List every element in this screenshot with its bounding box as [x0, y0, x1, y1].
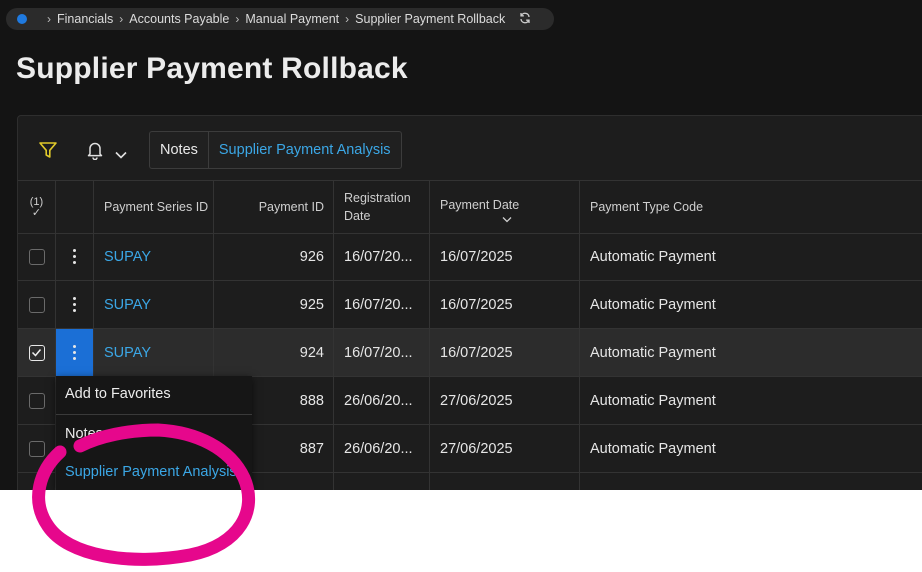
chevron-right-icon: ›: [345, 12, 350, 26]
chevron-down-icon[interactable]: [115, 146, 127, 164]
table-row[interactable]: SUPAY 925 16/07/20... 16/07/2025 Automat…: [18, 281, 922, 329]
payment-date: [430, 473, 580, 490]
registration-date: [334, 473, 430, 490]
menu-item-add-to-favorites[interactable]: Add to Favorites: [65, 386, 171, 402]
row-checkbox-cell[interactable]: [18, 281, 56, 328]
row-checkbox[interactable]: [28, 296, 45, 313]
column-header-registration-date[interactable]: Registration Date: [334, 181, 430, 233]
column-header-payment-date[interactable]: Payment Date: [430, 181, 580, 233]
payment-date: 16/07/2025: [430, 233, 580, 280]
payment-id: 924: [214, 329, 334, 376]
column-header-payment-id[interactable]: Payment ID: [214, 181, 334, 233]
kebab-icon: [73, 345, 77, 360]
breadcrumb-current: Supplier Payment Rollback: [355, 12, 506, 26]
payment-series-link[interactable]: SUPAY: [94, 281, 214, 328]
column-header-payment-type-code[interactable]: Payment Type Code: [580, 181, 922, 233]
row-checkbox-cell[interactable]: [18, 233, 56, 280]
row-checkbox[interactable]: [28, 440, 45, 457]
menu-item-notes[interactable]: Notes: [65, 426, 103, 442]
table-row[interactable]: SUPAY 926 16/07/20... 16/07/2025 Automat…: [18, 233, 922, 281]
table-row-selected[interactable]: SUPAY 924 16/07/20... 16/07/2025 Automat…: [18, 329, 922, 377]
toolbar: Notes Supplier Payment Analysis: [18, 116, 922, 180]
breadcrumb-manual-payment[interactable]: Manual Payment: [245, 12, 339, 26]
payment-type-code: Automatic Payment: [590, 392, 716, 409]
registration-date: 16/07/20...: [334, 233, 430, 280]
menu-divider: [56, 414, 252, 415]
payment-type-code: Automatic Payment: [590, 248, 716, 265]
row-actions-button-active[interactable]: [56, 329, 94, 376]
payment-series-link[interactable]: SUPAY: [94, 233, 214, 280]
row-checkbox[interactable]: [28, 248, 45, 265]
row-checkbox-checked[interactable]: [28, 344, 45, 361]
chevron-right-icon: ›: [235, 12, 240, 26]
bell-icon[interactable]: [86, 140, 104, 165]
kebab-icon: [73, 297, 77, 312]
refresh-icon[interactable]: [519, 12, 531, 27]
selected-count: (1): [29, 195, 44, 208]
payment-id: 926: [214, 233, 334, 280]
toolbar-button-group: Notes Supplier Payment Analysis: [149, 131, 402, 169]
home-icon[interactable]: [17, 14, 27, 24]
row-checkbox-cell[interactable]: [18, 329, 56, 376]
payment-type-code: [580, 473, 922, 490]
notes-button[interactable]: Notes: [150, 132, 209, 168]
page-title: Supplier Payment Rollback: [16, 52, 408, 85]
filter-icon[interactable]: [38, 140, 58, 165]
breadcrumb: › Financials › Accounts Payable › Manual…: [6, 8, 554, 30]
column-header-payment-series-id[interactable]: Payment Series ID: [94, 181, 214, 233]
app-window: › Financials › Accounts Payable › Manual…: [0, 0, 922, 490]
payment-type-code: Automatic Payment: [590, 440, 716, 457]
row-checkbox[interactable]: [28, 392, 45, 409]
payment-type-code: Automatic Payment: [590, 344, 716, 361]
payment-series-link[interactable]: SUPAY: [94, 329, 214, 376]
breadcrumb-accounts-payable[interactable]: Accounts Payable: [129, 12, 229, 26]
actions-header: [56, 181, 94, 233]
kebab-icon: [73, 249, 77, 264]
payment-date: 16/07/2025: [430, 281, 580, 328]
chevron-right-icon: ›: [119, 12, 124, 26]
payment-date: 16/07/2025: [430, 329, 580, 376]
grid-header: (1) ✓ Payment Series ID Payment ID Regis…: [18, 180, 922, 234]
registration-date: 26/06/20...: [334, 425, 430, 472]
payment-date: 27/06/2025: [430, 425, 580, 472]
payment-date: 27/06/2025: [430, 377, 580, 424]
payment-type-code: Automatic Payment: [590, 296, 716, 313]
row-actions-button[interactable]: [56, 233, 94, 280]
row-checkbox-cell[interactable]: [18, 425, 56, 472]
supplier-payment-analysis-button[interactable]: Supplier Payment Analysis: [209, 132, 401, 168]
registration-date: 16/07/20...: [334, 281, 430, 328]
row-context-menu: Add to Favorites Notes Supplier Payment …: [56, 376, 252, 490]
registration-date: 16/07/20...: [334, 329, 430, 376]
checkmark-icon: ✓: [31, 206, 42, 219]
sort-desc-icon[interactable]: [502, 212, 512, 226]
chevron-right-icon: ›: [47, 12, 51, 26]
registration-date: 26/06/20...: [334, 377, 430, 424]
row-actions-button[interactable]: [56, 281, 94, 328]
row-checkbox-cell[interactable]: [18, 473, 56, 490]
breadcrumb-financials[interactable]: Financials: [57, 12, 113, 26]
column-header-payment-date-label: Payment Date: [440, 198, 520, 212]
select-all-header[interactable]: (1) ✓: [18, 181, 56, 233]
row-checkbox-cell[interactable]: [18, 377, 56, 424]
menu-item-supplier-payment-analysis[interactable]: Supplier Payment Analysis: [65, 464, 237, 480]
payment-id: 925: [214, 281, 334, 328]
